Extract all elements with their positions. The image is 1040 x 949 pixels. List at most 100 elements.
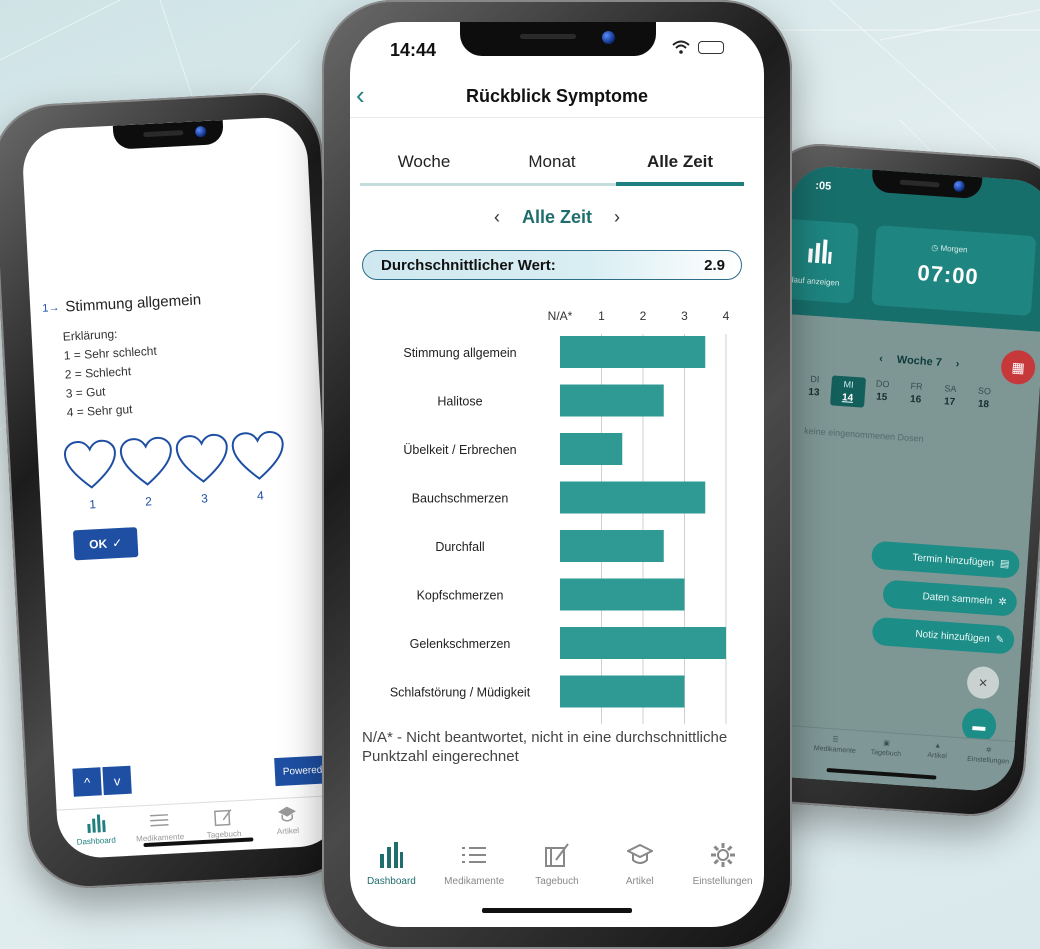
tab-label: Medikamente [444, 876, 505, 887]
tick-label: 2 [640, 309, 647, 323]
heart-number: 3 [200, 491, 209, 506]
no-doses-text: keine eingenommenen Dosen [803, 425, 924, 444]
close-menu-button[interactable]: × [966, 665, 1001, 700]
tab-medikamente[interactable]: Medikamente [126, 804, 192, 856]
camera [194, 125, 207, 138]
status-time: :05 [814, 179, 832, 193]
chart-icon [380, 842, 404, 868]
heart-number: 2 [144, 494, 153, 509]
category-label: Bauchschmerzen [412, 492, 509, 506]
ok-label: OK [88, 536, 108, 552]
day-cell[interactable]: SO 18 [966, 385, 1002, 417]
next-question-button[interactable]: v [102, 765, 132, 796]
day-cell[interactable]: FR 16 [898, 380, 934, 412]
tab-artikel[interactable]: ▲ Artikel [909, 735, 964, 789]
question-number: 1→ [41, 301, 60, 315]
category-label: Kopfschmerzen [417, 589, 504, 603]
tab-alle-zeit[interactable]: Alle Zeit [616, 140, 744, 186]
reminder-time: 07:00 [916, 260, 980, 290]
tab-medikamente[interactable]: ☰ Medikamente [807, 728, 862, 782]
collect-data-button[interactable]: Daten sammeln ✲ [882, 579, 1018, 617]
tab-artikel[interactable]: Artikel [598, 832, 681, 898]
tick-label: N/A* [548, 309, 573, 323]
left-tab-bar: Dashboard Medikamente Tagebuch Artikel [56, 794, 344, 860]
ok-button[interactable]: OK ✓ [72, 527, 139, 561]
check-icon: ✓ [111, 535, 123, 551]
tab-tagebuch[interactable]: ▣ Tagebuch [858, 731, 913, 785]
edit-icon: ✎ [995, 633, 1005, 646]
explanation: Erklärung: 1 = Sehr schlecht 2 = Schlech… [62, 315, 308, 422]
tab-medikamente[interactable]: Medikamente [433, 832, 516, 898]
left-phone: 1→ Stimmung allgemein Erklärung: 1 = Seh… [0, 89, 361, 892]
gear-icon [710, 843, 735, 867]
heart-number: 1 [88, 497, 97, 512]
gear-icon: ✲ [985, 747, 992, 755]
tab-dashboard[interactable]: Dashboard [350, 832, 433, 898]
tab-tagebuch[interactable]: Tagebuch [516, 832, 599, 898]
tab-monat[interactable]: Monat [488, 140, 616, 183]
week-label: Woche 7 [896, 353, 943, 369]
tab-artikel[interactable]: Artikel [254, 797, 320, 849]
bar [560, 384, 664, 417]
day-strip: DI 13 MI 14 DO 15 FR 16 SA 17 SO 18 [796, 373, 1002, 417]
tab-woche[interactable]: Woche [360, 140, 488, 183]
day-cell-selected[interactable]: MI 14 [830, 375, 867, 408]
calendar-icon: ▤ [999, 558, 1010, 570]
bar [560, 578, 685, 611]
bar [560, 336, 706, 368]
close-icon: × [978, 673, 989, 692]
cap-icon [277, 806, 296, 822]
left-notch [112, 119, 224, 150]
tab-dashboard[interactable]: Dashboard [63, 807, 129, 859]
speaker [143, 130, 184, 138]
tab-label: Artikel [625, 876, 654, 887]
average-box: Durchschnittlicher Wert: 2.9 [362, 250, 742, 280]
reminder-card[interactable]: ◷ Morgen 07:00 [871, 225, 1037, 317]
diary-icon [214, 809, 232, 827]
category-label: Stimmung allgemein [403, 346, 516, 360]
battery-icon [698, 40, 724, 54]
chevron-right-icon[interactable]: › [955, 358, 960, 370]
day-cell[interactable]: SA 17 [932, 382, 968, 414]
period-label: Alle Zeit [521, 207, 592, 227]
diary-icon [544, 843, 569, 867]
chevron-left-icon[interactable]: ‹ [494, 207, 500, 228]
cap-icon: ▲ [934, 742, 942, 750]
heart-icon[interactable] [61, 438, 120, 493]
average-label: Durchschnittlicher Wert: [381, 256, 556, 274]
bar [560, 675, 685, 708]
chart-icon [807, 239, 832, 265]
chart-icon [87, 814, 106, 834]
tab-tagebuch[interactable]: Tagebuch [190, 800, 256, 852]
center-tab-bar: Dashboard Medikamente Tagebuch Artikel E… [350, 832, 764, 898]
heart-icon[interactable] [173, 432, 232, 487]
add-note-button[interactable]: Notiz hinzufügen ✎ [871, 616, 1016, 655]
chevron-left-icon[interactable]: ‹ [879, 353, 884, 365]
tab-einstellungen[interactable]: Einstellungen [681, 832, 764, 898]
previous-question-button[interactable]: ^ [72, 767, 102, 797]
week-selector: ‹ Woche 7 › [819, 348, 1019, 374]
add-appointment-button[interactable]: Termin hinzufügen ▤ [870, 540, 1021, 579]
tab-label: Einstellungen [692, 876, 753, 887]
tick-label: 3 [681, 309, 688, 323]
average-value: 2.9 [704, 256, 725, 274]
action-label: Daten sammeln [922, 590, 993, 607]
bar [560, 481, 706, 514]
footnote: N/A* - Nicht beantwortet, nicht in eine … [362, 729, 728, 765]
heart-icon[interactable] [117, 435, 176, 490]
card-label: erlauf anzeigen [784, 274, 840, 288]
question-nav: ^ v [72, 765, 132, 797]
speaker [899, 179, 940, 188]
tab-einstellungen[interactable]: ✲ Einstellungen [960, 738, 1015, 792]
list-icon: ☰ [832, 736, 839, 744]
day-cell[interactable]: DI 13 [796, 373, 832, 405]
heart-icon[interactable] [229, 429, 288, 484]
right-phone-screen: :05 erlauf anzeigen ◷ Morgen 07:00 ▦ ‹ W… [750, 164, 1040, 793]
day-cell[interactable]: DO 15 [864, 378, 900, 410]
camera [602, 31, 615, 44]
chevron-right-icon[interactable]: › [614, 207, 620, 228]
category-label: Gelenkschmerzen [410, 637, 511, 651]
tab-label: Artikel [276, 825, 300, 837]
question-block: 1→ Stimmung allgemein Erklärung: 1 = Seh… [42, 286, 315, 561]
status-time: 14:44 [390, 40, 437, 60]
